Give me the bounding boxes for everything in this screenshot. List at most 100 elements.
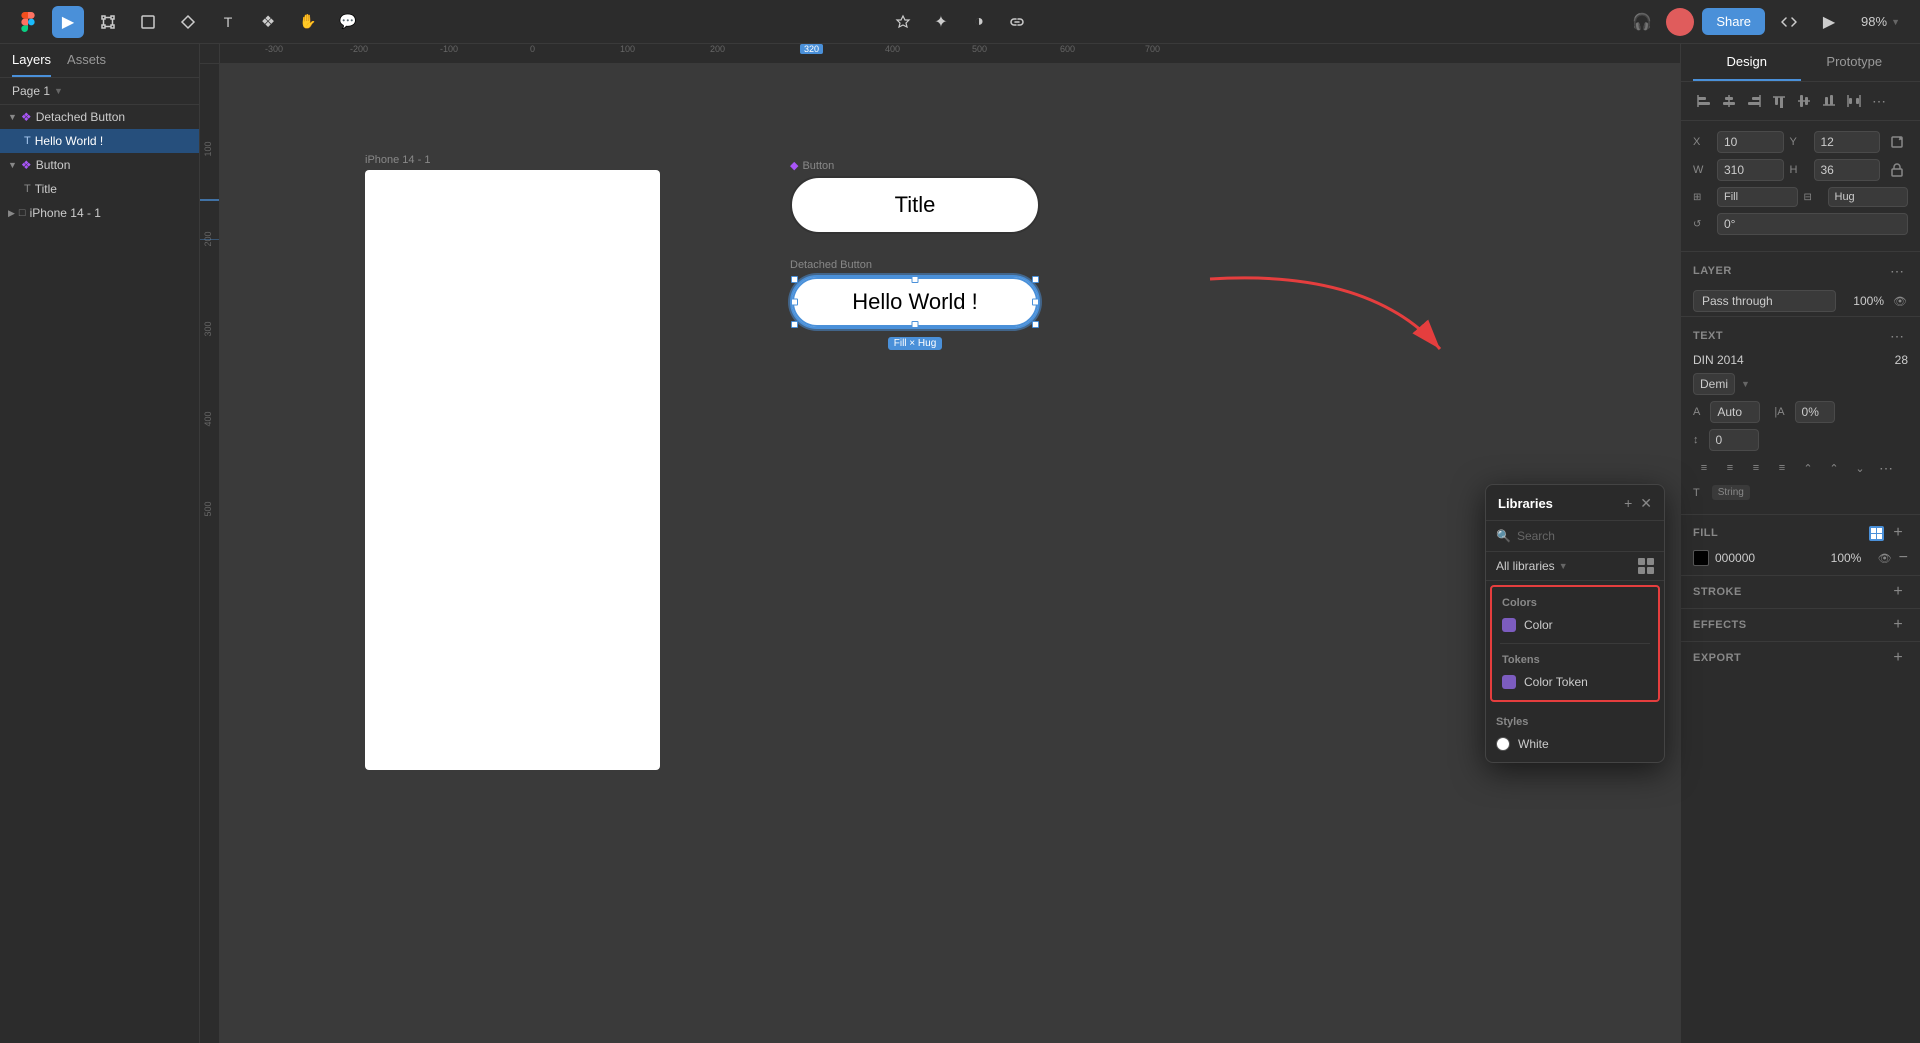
kern-value[interactable]: 0%: [1795, 401, 1835, 423]
tab-prototype[interactable]: Prototype: [1801, 44, 1909, 81]
w-input[interactable]: 310: [1717, 159, 1784, 181]
present-button[interactable]: ▶: [1813, 6, 1845, 38]
text-options-btn[interactable]: ⋯: [1886, 325, 1908, 347]
align-left-btn[interactable]: [1693, 90, 1715, 112]
h-input[interactable]: 36: [1814, 159, 1881, 181]
rotation-input[interactable]: 0°: [1717, 213, 1908, 235]
styles-header: Styles: [1486, 712, 1664, 732]
layer-detached-button[interactable]: ▼ ❖ Detached Button: [0, 105, 199, 129]
text-more-btn[interactable]: ⋯: [1875, 457, 1897, 479]
lock-aspect-btn[interactable]: [1886, 159, 1908, 181]
add-export-btn[interactable]: +: [1888, 648, 1908, 668]
filter-label[interactable]: All libraries ▼: [1496, 559, 1568, 573]
shape-tool[interactable]: [132, 6, 164, 38]
pen-tool[interactable]: [172, 6, 204, 38]
iphone-frame[interactable]: [365, 170, 660, 770]
zoom-indicator[interactable]: 98% ▼: [1853, 10, 1908, 33]
text-align-right[interactable]: ≡: [1745, 457, 1767, 479]
remove-fill-btn[interactable]: −: [1899, 549, 1908, 567]
tab-layers[interactable]: Layers: [12, 52, 51, 77]
text-valign-bottom[interactable]: ⌄: [1849, 457, 1871, 479]
handle-tl[interactable]: [791, 276, 798, 283]
code-view-toggle[interactable]: [1773, 6, 1805, 38]
handle-bl[interactable]: [791, 321, 798, 328]
select-tool[interactable]: ▶: [52, 6, 84, 38]
lib-token-item[interactable]: Color Token: [1492, 670, 1658, 694]
visibility-toggle[interactable]: 👁: [1892, 293, 1908, 309]
align-right-btn[interactable]: [1743, 90, 1765, 112]
text-align-justify[interactable]: ≡: [1771, 457, 1793, 479]
fill-type-icon[interactable]: [1869, 526, 1884, 541]
font-size[interactable]: 28: [1873, 353, 1908, 367]
share-button[interactable]: Share: [1702, 8, 1765, 35]
contrast-tool[interactable]: ◑: [963, 6, 995, 38]
resize-mode-btn[interactable]: [1886, 131, 1908, 153]
headphones-icon[interactable]: 🎧: [1626, 6, 1658, 38]
fill-section-header: Fill +: [1693, 523, 1908, 549]
effects-section: Effects +: [1681, 609, 1920, 642]
close-library-btn[interactable]: ✕: [1640, 495, 1652, 512]
figma-logo[interactable]: [12, 6, 44, 38]
hand-tool[interactable]: ✋: [292, 6, 324, 38]
frame-tool[interactable]: [92, 6, 124, 38]
add-library-btn[interactable]: +: [1624, 495, 1632, 512]
tab-design[interactable]: Design: [1693, 44, 1801, 81]
font-weight-select[interactable]: Demi: [1693, 373, 1735, 395]
add-stroke-btn[interactable]: +: [1888, 582, 1908, 602]
canvas-area[interactable]: -300 -200 -100 0 100 200 320 400 500 600…: [200, 44, 1680, 1043]
text-valign-top[interactable]: ⌃: [1797, 457, 1819, 479]
lib-color-item[interactable]: Color: [1492, 613, 1658, 637]
lineheight-value[interactable]: 0: [1709, 429, 1759, 451]
blend-mode-select[interactable]: Pass through: [1693, 290, 1836, 312]
handle-tr[interactable]: [1032, 276, 1039, 283]
text-valign-middle[interactable]: ⌃: [1823, 457, 1845, 479]
hello-world-button[interactable]: Hello World !: [790, 275, 1040, 329]
text-align-center[interactable]: ≡: [1719, 457, 1741, 479]
title-button[interactable]: Title: [790, 176, 1040, 234]
y-label: Y: [1790, 136, 1808, 148]
lib-white-item[interactable]: White: [1486, 732, 1664, 756]
handle-mr[interactable]: [1032, 299, 1039, 306]
more-align-btn[interactable]: ⋯: [1868, 90, 1890, 112]
ruler-tick: -300: [265, 44, 283, 54]
hug-select[interactable]: Hug: [1828, 187, 1909, 207]
align-bottom-btn[interactable]: [1818, 90, 1840, 112]
page-selector[interactable]: Page 1 ▼: [0, 78, 199, 105]
x-input[interactable]: 10: [1717, 131, 1784, 153]
fill-color-swatch[interactable]: [1693, 550, 1709, 566]
comment-tool[interactable]: 💬: [332, 6, 364, 38]
align-top-btn[interactable]: [1768, 90, 1790, 112]
distribute-h-btn[interactable]: [1843, 90, 1865, 112]
opacity-value[interactable]: 100%: [1844, 294, 1884, 308]
component-icon: ❖: [21, 158, 32, 172]
handle-br[interactable]: [1032, 321, 1039, 328]
align-center-h-btn[interactable]: [1718, 90, 1740, 112]
assets-tool[interactable]: [887, 6, 919, 38]
layer-title[interactable]: T Title: [0, 177, 199, 201]
plugins-tool[interactable]: ✦: [925, 6, 957, 38]
handle-ml[interactable]: [791, 299, 798, 306]
handle-tm[interactable]: [912, 276, 919, 283]
align-middle-btn[interactable]: [1793, 90, 1815, 112]
text-tool[interactable]: T: [212, 6, 244, 38]
fill-hex[interactable]: 000000: [1715, 551, 1825, 565]
layer-options-btn[interactable]: ⋯: [1886, 260, 1908, 282]
fill-visibility[interactable]: 👁: [1877, 550, 1893, 566]
fill-select[interactable]: Fill: [1717, 187, 1798, 207]
text-align-left[interactable]: ≡: [1693, 457, 1715, 479]
lib-search-input[interactable]: [1517, 529, 1665, 543]
layer-iphone[interactable]: ▶ □ iPhone 14 - 1: [0, 201, 199, 225]
layer-button[interactable]: ▼ ❖ Button: [0, 153, 199, 177]
link-tool[interactable]: [1001, 6, 1033, 38]
layer-hello-world[interactable]: T Hello World !: [0, 129, 199, 153]
fill-opacity[interactable]: 100%: [1831, 551, 1871, 565]
component-tool[interactable]: ❖: [252, 6, 284, 38]
add-effect-btn[interactable]: +: [1888, 615, 1908, 635]
y-input[interactable]: 12: [1814, 131, 1881, 153]
tracking-select[interactable]: Auto: [1710, 401, 1760, 423]
ruler-tick-v: 400: [203, 399, 213, 439]
tab-assets[interactable]: Assets: [67, 52, 106, 77]
grid-view-toggle[interactable]: [1638, 558, 1654, 574]
handle-bm[interactable]: [912, 321, 919, 328]
add-fill-btn[interactable]: +: [1888, 523, 1908, 543]
